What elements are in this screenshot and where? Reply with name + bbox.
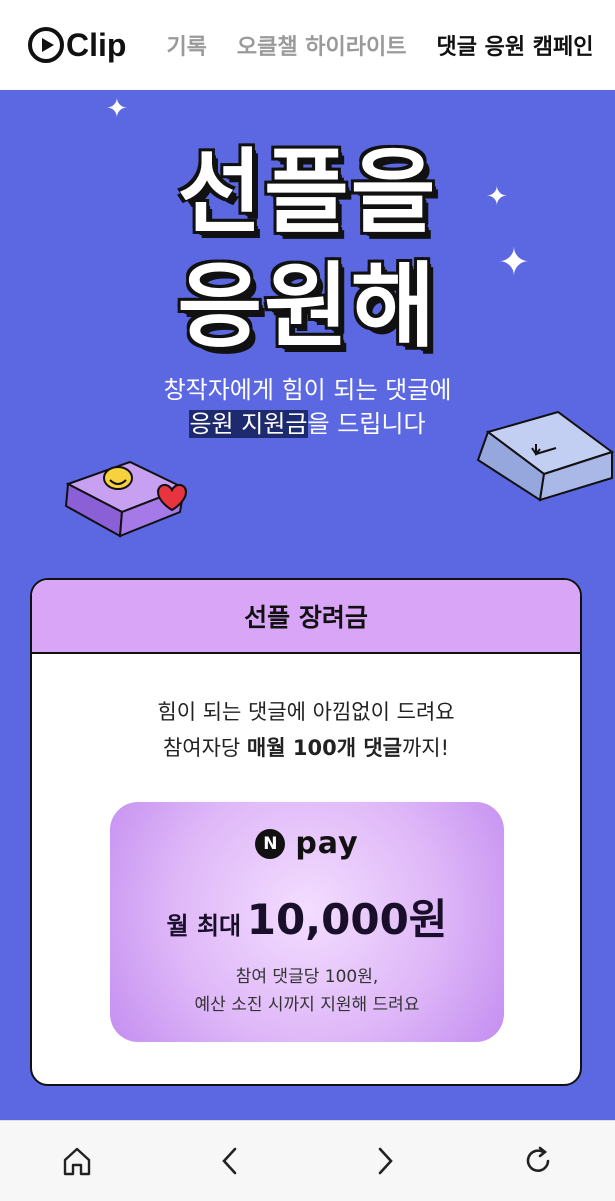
clip-logo[interactable]: Clip — [28, 27, 126, 64]
reward-card: 선플 장려금 힘이 되는 댓글에 아낌없이 드려요 참여자당 매월 100개 댓… — [30, 578, 582, 1086]
top-nav: 기록 오클챌 하이라이트 댓글 응원 캠페인 — [166, 29, 615, 61]
smiley-keycap-illustration — [64, 460, 188, 538]
card-text-line1: 힘이 되는 댓글에 아낌없이 드려요 — [157, 700, 455, 724]
top-bar: Clip 기록 오클챌 하이라이트 댓글 응원 캠페인 — [0, 0, 615, 90]
npay-reward-box: N pay 월 최대 10,000원 참여 댓글당 100원, 예산 소진 시까… — [110, 802, 504, 1042]
npay-word: pay — [295, 826, 359, 861]
amount-prefix: 월 최대 — [166, 912, 242, 940]
campaign-hero: ✦ ✦ ✦ 선플을 응원해 창작자에게 힘이 되는 댓글에 응원 지원금을 드립… — [0, 90, 615, 1120]
card-title: 선플 장려금 — [32, 580, 580, 654]
hero-subtitle-line1: 창작자에게 힘이 되는 댓글에 — [163, 376, 452, 404]
tab-highlights[interactable]: 오클챌 하이라이트 — [237, 29, 407, 61]
pay-note-line1: 참여 댓글당 100원, — [235, 967, 379, 987]
amount-value: 10,000원 — [246, 895, 448, 944]
line2-post: 까지! — [401, 736, 450, 760]
back-button[interactable] — [211, 1141, 251, 1181]
npay-logo: N pay — [110, 826, 504, 861]
npay-n-icon: N — [255, 828, 286, 859]
tab-records[interactable]: 기록 — [166, 29, 206, 61]
card-text-line2: 참여자당 매월 100개 댓글까지! — [32, 732, 580, 762]
line2-pre: 참여자당 — [162, 736, 247, 760]
clip-logo-icon — [28, 27, 64, 63]
reward-amount: 월 최대 10,000원 — [110, 886, 504, 947]
forward-icon — [379, 1147, 394, 1175]
browser-bottom-bar — [0, 1120, 615, 1201]
home-button[interactable] — [57, 1141, 97, 1181]
refresh-icon — [526, 1146, 550, 1172]
home-icon — [63, 1147, 91, 1176]
refresh-button[interactable] — [518, 1141, 558, 1181]
back-icon — [221, 1147, 236, 1175]
subtitle-rest: 을 드립니다 — [307, 410, 426, 438]
logo-text: Clip — [66, 26, 127, 63]
hero-title-line2: 응원해 — [177, 253, 438, 360]
pay-note-line2: 예산 소진 시까지 지원해 드려요 — [194, 995, 420, 1015]
forward-button[interactable] — [364, 1141, 404, 1181]
tab-comment-campaign[interactable]: 댓글 응원 캠페인 — [437, 29, 594, 61]
line2-bold: 매월 100개 댓글 — [246, 736, 402, 760]
subtitle-highlight: 응원 지원금 — [189, 410, 308, 438]
enter-keycap-illustration — [476, 410, 615, 502]
